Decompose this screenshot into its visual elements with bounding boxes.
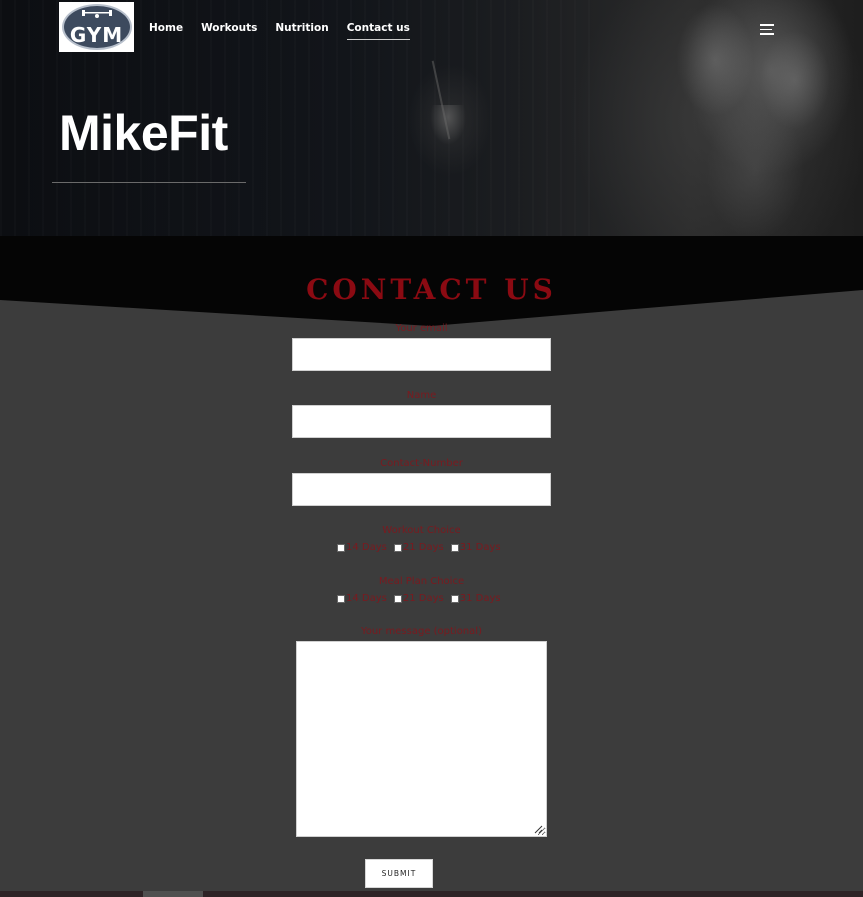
workout-option-label: 14 Days <box>346 542 387 553</box>
weightlifter-icon <box>81 10 112 18</box>
message-textarea[interactable] <box>296 641 547 837</box>
meal-plan-choice-label: Meal Plan Choice <box>378 576 465 587</box>
name-field[interactable] <box>292 405 551 438</box>
checkbox[interactable] <box>450 543 459 552</box>
meal-option-14[interactable]: 14 Days <box>337 593 387 604</box>
name-label: Name <box>406 390 437 401</box>
checkbox[interactable] <box>393 594 402 603</box>
workout-option-label: 31 Days <box>459 542 501 553</box>
meal-plan-choice-group: 14 Days 21 Days 31 Days <box>337 593 508 604</box>
workout-option-14[interactable]: 14 Days <box>337 542 387 553</box>
workout-choice-group: 14 Days 21 Days 31 Days <box>337 542 508 553</box>
meal-option-31[interactable]: 31 Days <box>450 593 501 604</box>
nav-workouts[interactable]: Workouts <box>201 22 257 40</box>
checkbox[interactable] <box>337 594 345 603</box>
hero-tassel-decoration <box>430 105 466 145</box>
checkbox[interactable] <box>450 594 459 603</box>
workout-option-label: 21 Days <box>402 542 444 553</box>
meal-option-21[interactable]: 21 Days <box>393 593 444 604</box>
submit-button[interactable]: SUBMIT <box>365 859 433 888</box>
title-divider <box>52 182 246 183</box>
main-nav: Home Workouts Nutrition Contact us <box>149 22 410 40</box>
scrollbar-thumb[interactable] <box>143 891 203 897</box>
site-logo[interactable]: GYM <box>59 2 134 52</box>
email-field[interactable] <box>292 338 551 371</box>
contact-heading: CONTACT US <box>306 273 557 306</box>
meal-option-label: 31 Days <box>459 593 501 604</box>
checkbox[interactable] <box>393 543 402 552</box>
hero-banner: GYM Home Workouts Nutrition Contact us M… <box>0 0 863 236</box>
workout-choice-label: Workout Choice <box>382 525 461 536</box>
nav-home[interactable]: Home <box>149 22 183 40</box>
logo-emblem: GYM <box>61 4 132 50</box>
checkbox[interactable] <box>337 543 345 552</box>
email-label: Your email <box>395 323 448 334</box>
contact-number-field[interactable] <box>292 473 551 506</box>
page-title: MikeFit <box>59 105 228 161</box>
workout-option-21[interactable]: 21 Days <box>393 542 444 553</box>
message-label: Your message (optional) <box>361 626 482 637</box>
meal-option-label: 21 Days <box>402 593 444 604</box>
meal-option-label: 14 Days <box>346 593 387 604</box>
contact-number-label: Contact-Number <box>380 458 463 469</box>
workout-option-31[interactable]: 31 Days <box>450 542 501 553</box>
logo-text: GYM <box>69 23 124 47</box>
hamburger-menu-icon[interactable] <box>760 24 774 35</box>
nav-nutrition[interactable]: Nutrition <box>275 22 328 40</box>
bottom-scrollbar[interactable] <box>0 891 863 897</box>
hero-athlete-image <box>625 0 863 236</box>
nav-contact-us[interactable]: Contact us <box>346 22 410 40</box>
